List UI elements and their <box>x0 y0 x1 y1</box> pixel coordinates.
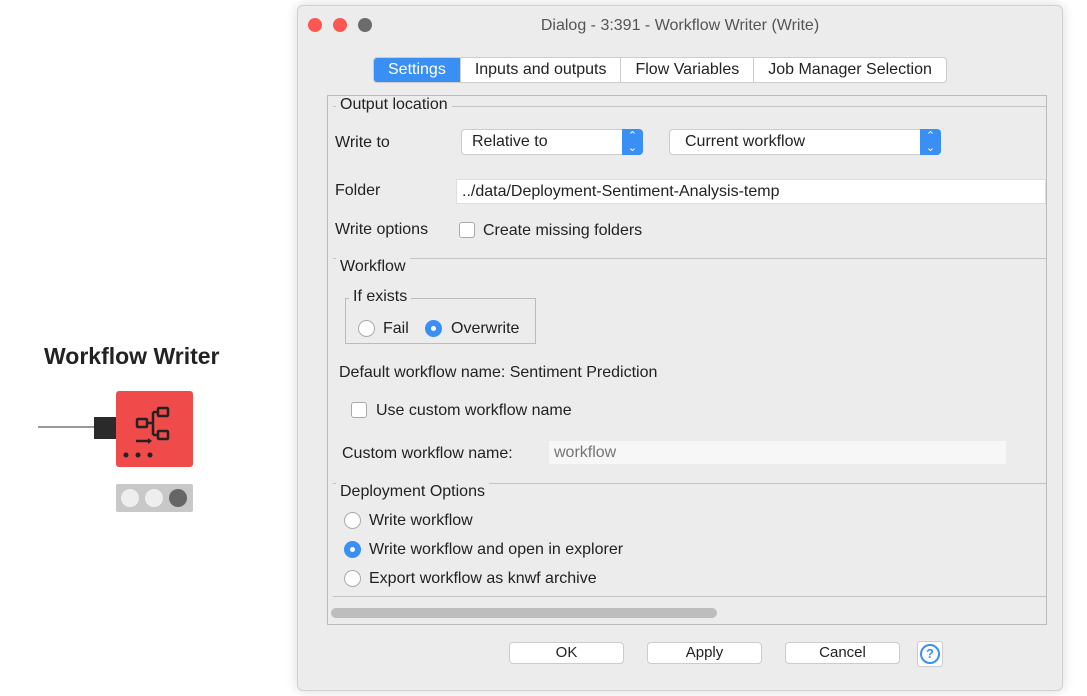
section-header: Workflow <box>336 258 410 276</box>
use-custom-name-label: Use custom workflow name <box>376 402 572 419</box>
write-to-label: Write to <box>335 134 390 151</box>
tab-job-manager[interactable]: Job Manager Selection <box>754 58 946 82</box>
write-to-target-select[interactable]: Current workflow ⌃ ⌄ <box>669 129 941 155</box>
folder-label: Folder <box>335 182 381 199</box>
workflow-writer-node[interactable] <box>116 391 193 467</box>
write-options-label: Write options <box>335 221 429 238</box>
workflow-tree-icon <box>123 406 170 458</box>
section-header: Deployment Options <box>336 483 489 501</box>
status-light-green <box>169 489 187 507</box>
input-port[interactable] <box>94 417 116 439</box>
write-open-radio[interactable] <box>344 541 361 558</box>
window-title: Dialog - 3:391 - Workflow Writer (Write) <box>540 17 820 34</box>
group-header: If exists <box>349 288 412 306</box>
chevron-updown-icon: ⌃ ⌄ <box>920 129 941 155</box>
write-workflow-label: Write workflow <box>369 512 473 529</box>
deployment-section: Deployment Options <box>333 483 1046 501</box>
node-status-lights <box>116 484 193 512</box>
overwrite-label: Overwrite <box>451 320 520 337</box>
write-workflow-radio[interactable] <box>344 512 361 529</box>
status-light-red <box>121 489 139 507</box>
tab-settings[interactable]: Settings <box>374 58 461 82</box>
export-knwf-radio[interactable] <box>344 570 361 587</box>
if-exists-group: If exists Fail Overwrite <box>345 288 536 344</box>
export-knwf-label: Export workflow as knwf archive <box>369 570 597 587</box>
section-header: Output location <box>336 96 452 114</box>
cancel-button[interactable]: Cancel <box>785 642 900 664</box>
tab-bar: Settings Inputs and outputs Flow Variabl… <box>373 57 947 83</box>
create-missing-folders-label: Create missing folders <box>483 222 643 239</box>
overwrite-radio[interactable] <box>425 320 442 337</box>
settings-panel: Output location Write to Relative to ⌃ ⌄ C… <box>327 95 1047 625</box>
use-custom-name-checkbox[interactable] <box>351 402 367 418</box>
write-to-mode-select[interactable]: Relative to ⌃ ⌄ <box>461 129 643 155</box>
tab-inputs-outputs[interactable]: Inputs and outputs <box>461 58 622 82</box>
horizontal-scrollbar[interactable] <box>331 608 717 618</box>
node-title: Workflow Writer <box>44 343 220 369</box>
divider <box>333 596 1046 597</box>
connection-line <box>38 426 98 428</box>
folder-input[interactable]: ../data/Deployment-Sentiment-Analysis-te… <box>456 179 1046 204</box>
ok-button[interactable]: OK <box>509 642 624 664</box>
select-value: Relative to <box>472 133 548 150</box>
apply-button[interactable]: Apply <box>647 642 762 664</box>
help-button[interactable]: ? <box>917 641 943 667</box>
default-workflow-name: Default workflow name: Sentiment Predict… <box>339 364 658 381</box>
fail-radio[interactable] <box>358 320 375 337</box>
custom-name-input[interactable] <box>549 441 1006 464</box>
select-value: Current workflow <box>685 133 806 150</box>
help-icon: ? <box>920 644 940 664</box>
write-open-label: Write workflow and open in explorer <box>369 541 624 558</box>
custom-name-label: Custom workflow name: <box>342 445 513 462</box>
create-missing-folders-checkbox[interactable] <box>459 222 475 238</box>
fail-label: Fail <box>383 320 409 337</box>
status-light-yellow <box>145 489 163 507</box>
workflow-section: Workflow <box>333 258 1046 276</box>
tab-flow-variables[interactable]: Flow Variables <box>621 58 755 82</box>
chevron-updown-icon: ⌃ ⌄ <box>622 129 643 155</box>
